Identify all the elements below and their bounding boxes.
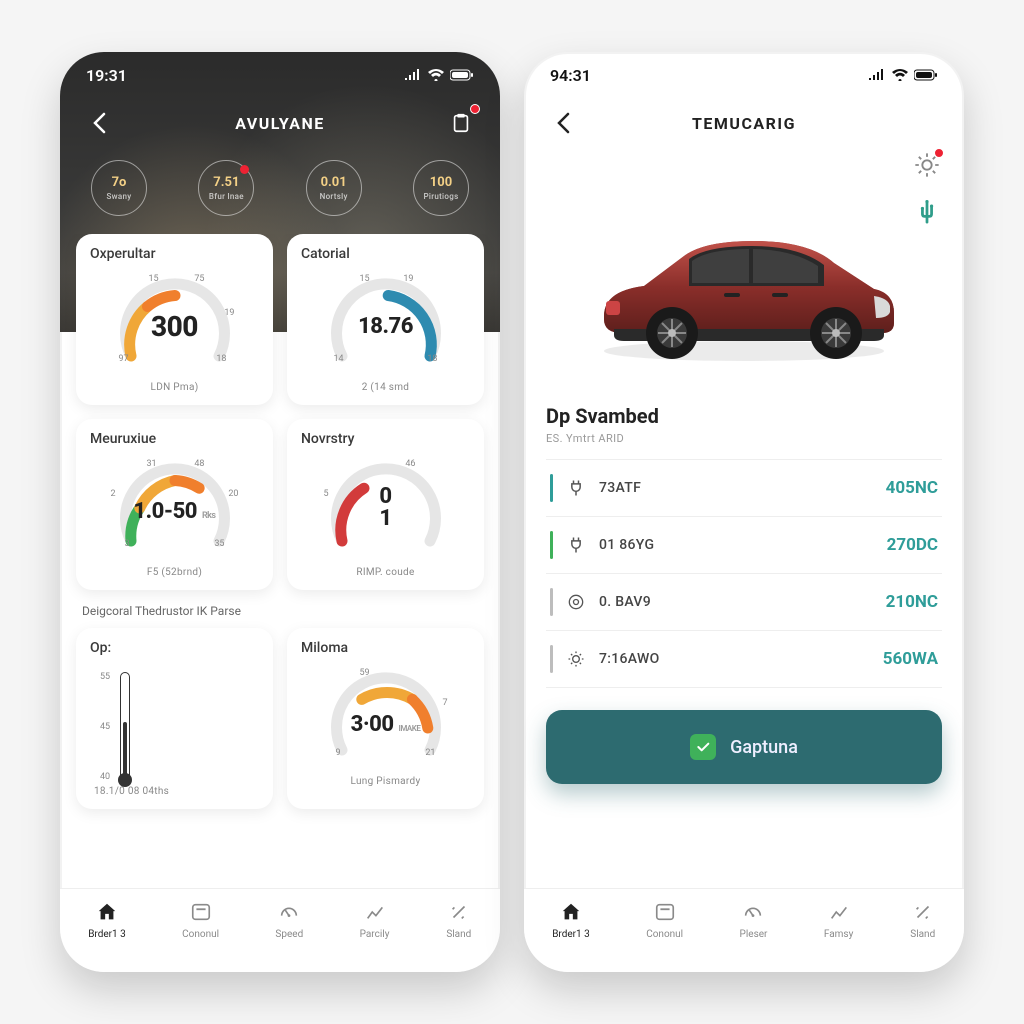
tab-bar: Brder1 3 Cononul Pleser Famsy Sland (524, 888, 964, 972)
phone-right: 94:31 TEMUCARIG (524, 52, 964, 972)
gauge-miloma: 3·00 IMAKE 59 7 9 21 (316, 662, 456, 772)
vehicle-image (546, 176, 942, 396)
card-catorial[interactable]: Catorial 18.76 15 19 18 14 2 (14 smd (287, 234, 484, 405)
stat-row[interactable]: 01 86YG 270DC (546, 517, 942, 574)
home-icon (558, 899, 584, 925)
phone-left: 19:31 AVULYANE 7oSwany 7.51Bfur lnae 0.0… (60, 52, 500, 972)
signal-icon (404, 69, 422, 81)
card-foot: 2 (14 smd (362, 382, 410, 393)
status-time: 19:31 (86, 66, 127, 85)
tab-cononul[interactable]: Cononul (182, 899, 219, 940)
card-label: Meuruxiue (90, 431, 259, 447)
gauge-icon (276, 899, 302, 925)
card-miloma[interactable]: Miloma 3·00 IMAKE 59 7 9 21 (287, 628, 484, 809)
card-novrstry[interactable]: Novrstry 0 1 46 5 RIMP. c (287, 419, 484, 590)
chip-nortsly[interactable]: 0.01Nortsly (295, 160, 373, 216)
wand-icon (910, 899, 936, 925)
eco-button[interactable] (910, 196, 944, 230)
stat-row[interactable]: 0. BAV9 210NC (546, 574, 942, 631)
stat-row[interactable]: 7:16AWO 560WA (546, 631, 942, 688)
card-label: Novrstry (301, 431, 470, 447)
card-foot: RIMP. coude (356, 567, 414, 578)
wifi-icon (892, 69, 908, 81)
clipboard-icon (450, 112, 472, 134)
primary-cta[interactable]: Gaptuna (546, 710, 942, 784)
tab-sland[interactable]: Sland (446, 899, 472, 940)
card-label: Op: (90, 640, 259, 656)
tab-brder[interactable]: Brder1 3 (552, 899, 590, 940)
alert-dot (240, 165, 249, 174)
stat-row[interactable]: 73ATF 405NC (546, 460, 942, 517)
clipboard-button[interactable] (444, 106, 478, 140)
gauge-meuruxiue: 1.0-50 Rks 31 48 2 20 3 35 (105, 453, 245, 563)
card-oxperultar[interactable]: Oxperultar 300 15 75 19 18 97 (76, 234, 273, 405)
cta-label: Gaptuna (730, 737, 798, 758)
tab-sland[interactable]: Sland (910, 899, 936, 940)
tab-famsy[interactable]: Famsy (824, 899, 853, 940)
back-button[interactable] (546, 106, 580, 140)
status-bar: 94:31 (524, 52, 964, 98)
plug-icon (565, 477, 587, 499)
tab-speed[interactable]: Speed (275, 899, 303, 940)
panel-icon (652, 899, 678, 925)
chevron-left-icon (556, 112, 570, 134)
status-bar: 19:31 (60, 52, 500, 98)
section-caption: Deigcoral Thedrustor IK Parse (76, 590, 484, 628)
thermometer: 55 45 40 (90, 662, 259, 782)
card-foot: F5 (52brnd) (147, 567, 202, 578)
chart-icon (362, 899, 388, 925)
gauge-icon (740, 899, 766, 925)
check-icon (690, 734, 716, 760)
gauge-novrstry: 0 1 46 5 (316, 453, 456, 563)
weather-button[interactable] (910, 148, 944, 182)
summary-chips: 7oSwany 7.51Bfur lnae 0.01Nortsly 100Pir… (60, 146, 500, 234)
gauge-catorial: 18.76 15 19 18 14 (316, 268, 456, 378)
card-op[interactable]: Op: 55 45 40 18.1/0 08 04ths (76, 628, 273, 809)
chip-bfurlnae[interactable]: 7.51Bfur lnae (187, 160, 265, 216)
wifi-icon (428, 69, 444, 81)
notification-dot (470, 104, 480, 114)
card-foot: Lung Pismardy (351, 776, 421, 787)
app-bar: TEMUCARIG (524, 98, 964, 146)
home-icon (94, 899, 120, 925)
battery-icon (450, 69, 474, 81)
page-title: TEMUCARIG (692, 114, 796, 133)
page-title: AVULYANE (235, 114, 325, 133)
stat-list: 73ATF 405NC 01 86YG 270DC 0. BAV9 210NC … (546, 459, 942, 688)
status-indicators (868, 69, 938, 81)
section-title: Dp Svambed (546, 404, 942, 428)
status-time: 94:31 (550, 66, 591, 85)
card-label: Miloma (301, 640, 470, 656)
status-indicators (404, 69, 474, 81)
chip-swany[interactable]: 7oSwany (80, 160, 158, 216)
back-button[interactable] (82, 106, 116, 140)
signal-icon (868, 69, 886, 81)
tab-brder[interactable]: Brder1 3 (88, 899, 126, 940)
chart-icon (826, 899, 852, 925)
battery-icon (914, 69, 938, 81)
tab-bar: Brder1 3 Cononul Speed Parcily Sland (60, 888, 500, 972)
card-label: Catorial (301, 246, 470, 262)
chevron-left-icon (92, 112, 106, 134)
tab-parcily[interactable]: Parcily (360, 899, 390, 940)
sun-icon (565, 648, 587, 670)
card-foot: 18.1/0 08 04ths (90, 786, 259, 797)
target-icon (565, 591, 587, 613)
card-label: Oxperultar (90, 246, 259, 262)
tab-cononul[interactable]: Cononul (646, 899, 683, 940)
card-foot: LDN Pma) (151, 382, 199, 393)
plug-icon (565, 534, 587, 556)
card-meuruxiue[interactable]: Meuruxiue 1.0-50 Rks 31 48 2 20 (76, 419, 273, 590)
gauge-oxperultar: 300 15 75 19 18 97 (105, 268, 245, 378)
wand-icon (446, 899, 472, 925)
tab-pleser[interactable]: Pleser (740, 899, 768, 940)
notification-dot (934, 148, 944, 158)
section-subtitle: ES. Ymtrt ARID (546, 432, 942, 445)
dashboard-scroll[interactable]: Oxperultar 300 15 75 19 18 97 (60, 234, 500, 888)
app-bar: AVULYANE (60, 98, 500, 146)
chip-pirutiogs[interactable]: 100Pirutiogs (402, 160, 480, 216)
cactus-icon (913, 197, 941, 229)
panel-icon (188, 899, 214, 925)
